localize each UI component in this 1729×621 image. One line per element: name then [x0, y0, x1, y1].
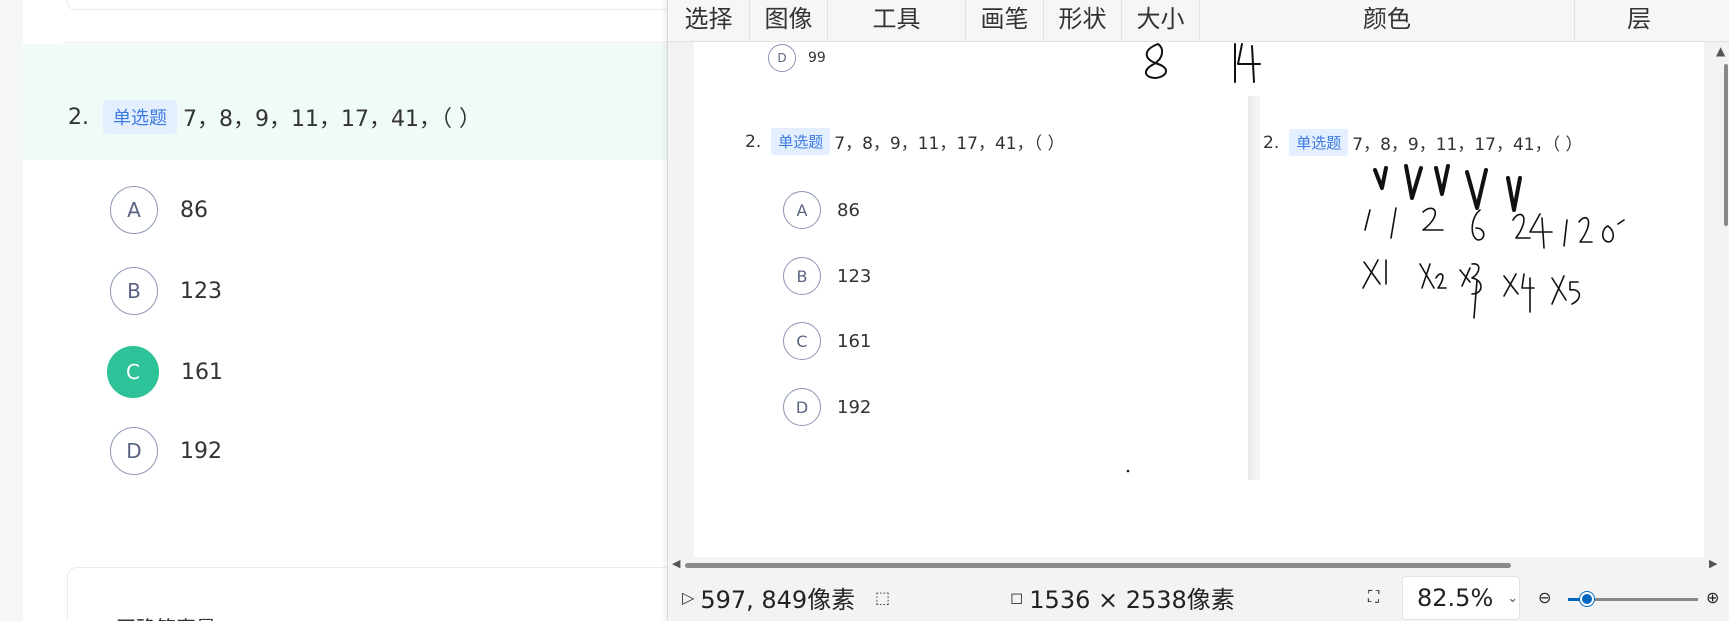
option-letter[interactable]: C [107, 346, 159, 398]
option-d[interactable]: D 192 [110, 427, 222, 475]
crop-icon: ◻ [1010, 587, 1024, 607]
cursor-position: ▷ 597, 849像素 [682, 573, 855, 621]
chevron-down-icon[interactable]: ⌄ [1507, 591, 1518, 606]
option-value[interactable]: 192 [180, 439, 222, 464]
scroll-right-icon[interactable]: ▶ [1709, 557, 1717, 570]
option-letter[interactable]: B [110, 267, 158, 315]
menu-size[interactable]: 大小 [1122, 0, 1200, 42]
option-value[interactable]: 86 [180, 198, 208, 223]
option-letter[interactable]: D [110, 427, 158, 475]
question-line: 2. 单选题 7，8，9，11，17，41，（ ） [68, 100, 481, 134]
fit-screen-icon[interactable]: ⛶ [1368, 573, 1379, 621]
zoom-slider-handle[interactable] [1580, 592, 1594, 606]
pointer-icon: ▷ [682, 587, 695, 607]
image-size: ◻ 1536 × 2538像素 [1010, 573, 1235, 621]
option-value[interactable]: 161 [181, 360, 223, 385]
image-size-text: 1536 × 2538像素 [1029, 585, 1235, 614]
question-text: 7，8，9，11，17，41，（ ） [183, 107, 481, 132]
divider [62, 42, 672, 43]
stray-ink-dot [1126, 469, 1130, 473]
option-c-selected[interactable]: C 161 [107, 346, 223, 398]
sequence-row-handwriting [1364, 207, 1625, 249]
option-letter[interactable]: A [110, 186, 158, 234]
canvas-margin [668, 42, 694, 561]
page-gutter [0, 0, 23, 621]
check-marks [1373, 164, 1522, 212]
handwriting-layer [1126, 43, 1625, 473]
top-partial-handwriting [1145, 43, 1261, 83]
screen: 2. 单选题 7，8，9，11，17，41，（ ） A 86 B 123 C 1… [0, 0, 1729, 621]
option-a[interactable]: A 86 [110, 186, 208, 234]
scroll-left-icon[interactable]: ◀ [672, 557, 680, 570]
menu-layers[interactable]: 层 [1575, 0, 1703, 42]
zoom-out-icon[interactable]: ⊖ [1538, 573, 1551, 621]
menu-image[interactable]: 图像 [750, 0, 828, 42]
menu-tools[interactable]: 工具 [828, 0, 966, 42]
vertical-scroll-thumb[interactable] [1724, 64, 1728, 226]
option-value[interactable]: 123 [180, 279, 222, 304]
horizontal-scroll-thumb[interactable] [685, 563, 1511, 568]
selection-size: ⬚ [875, 573, 896, 621]
selection-icon: ⬚ [875, 587, 891, 607]
question-number: 2. [68, 104, 89, 130]
menu-select[interactable]: 选择 [668, 0, 750, 42]
menu-brush[interactable]: 画笔 [966, 0, 1044, 42]
multiplier-row-handwriting [1362, 259, 1581, 319]
question-type-tag: 单选题 [103, 100, 177, 134]
zoom-value[interactable]: 82.5% [1417, 584, 1493, 612]
option-b[interactable]: B 123 [110, 267, 222, 315]
previous-card [67, 0, 707, 10]
zoom-dropdown[interactable]: 82.5% ⌄ [1402, 576, 1520, 620]
menu-colors[interactable]: 颜色 [1200, 0, 1575, 42]
scroll-up-icon[interactable]: ▲ [1716, 44, 1725, 58]
drawing-canvas[interactable]: D 99 2. 单选题 7，8，9，11，17，41，（ ） A 86 B 12… [694, 42, 1704, 561]
zoom-in-icon[interactable]: ⊕ [1706, 573, 1719, 621]
cursor-position-text: 597, 849像素 [700, 585, 856, 614]
answer-label: 正确答案是 [116, 612, 216, 621]
quiz-page: 2. 单选题 7，8，9，11，17，41，（ ） A 86 B 123 C 1… [0, 0, 707, 621]
menu-shape[interactable]: 形状 [1044, 0, 1122, 42]
image-editor-window: 选择 图像 工具 画笔 形状 大小 颜色 层 D 99 2. 单选题 7，8，9… [667, 0, 1729, 621]
